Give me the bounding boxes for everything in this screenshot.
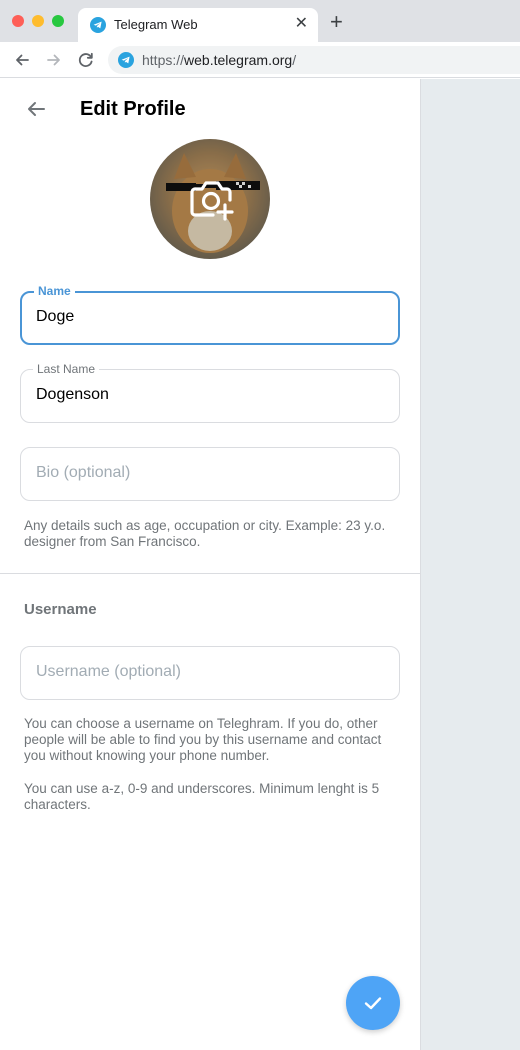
section-divider — [0, 573, 421, 574]
avatar-upload[interactable] — [150, 139, 270, 259]
name-field[interactable]: Name Doge — [20, 284, 400, 345]
username-hint: You can choose a username on Teleghram. … — [24, 716, 382, 763]
last-name-label: Last Name — [33, 362, 100, 376]
bio-placeholder: Bio (optional) — [36, 464, 131, 481]
last-name-value: Dogenson — [36, 386, 109, 403]
browser-tab[interactable]: Telegram Web ✕ — [78, 8, 318, 42]
last-name-field[interactable]: Last Name Dogenson — [20, 362, 400, 423]
check-icon — [364, 997, 382, 1010]
username-section-title: Username — [24, 601, 97, 618]
browser-reload-icon[interactable] — [76, 50, 96, 70]
edit-profile-panel: Edit Profile Name Doge Last Name Dogenso… — [0, 79, 421, 1050]
browser-back-icon[interactable] — [12, 50, 32, 70]
url-host: web.telegram.org — [184, 52, 293, 68]
username-field[interactable]: Username (optional) — [20, 646, 400, 700]
name-value: Doge — [36, 308, 75, 325]
new-tab-button[interactable]: + — [330, 11, 343, 33]
page-title: Edit Profile — [80, 98, 186, 120]
url-input[interactable]: https://web.telegram.org/ — [108, 46, 520, 74]
window-minimize-button[interactable] — [32, 15, 44, 27]
telegram-icon — [90, 17, 106, 33]
url-text: https://web.telegram.org/ — [142, 52, 296, 68]
username-rules-hint: You can use a-z, 0-9 and underscores. Mi… — [24, 781, 380, 812]
window-close-button[interactable] — [12, 15, 24, 27]
save-button[interactable] — [346, 976, 400, 1030]
url-scheme: https:// — [142, 52, 185, 68]
window-maximize-button[interactable] — [52, 15, 64, 27]
browser-tab-bar: Telegram Web ✕ + — [0, 0, 520, 42]
arrow-left-icon[interactable] — [22, 95, 50, 123]
bio-field[interactable]: Bio (optional) — [20, 447, 400, 501]
browser-forward-icon[interactable] — [44, 50, 64, 70]
username-placeholder: Username (optional) — [36, 663, 181, 680]
name-label: Name — [34, 284, 75, 298]
camera-add-icon — [190, 181, 234, 221]
bio-hint: Any details such as age, occupation or c… — [24, 518, 386, 549]
chat-area-placeholder — [421, 79, 520, 1050]
url-path: / — [292, 52, 297, 68]
browser-address-bar: https://web.telegram.org/ — [0, 42, 520, 78]
tab-title: Telegram Web — [114, 17, 198, 32]
telegram-icon — [118, 52, 134, 68]
tab-close-icon[interactable]: ✕ — [295, 14, 308, 34]
